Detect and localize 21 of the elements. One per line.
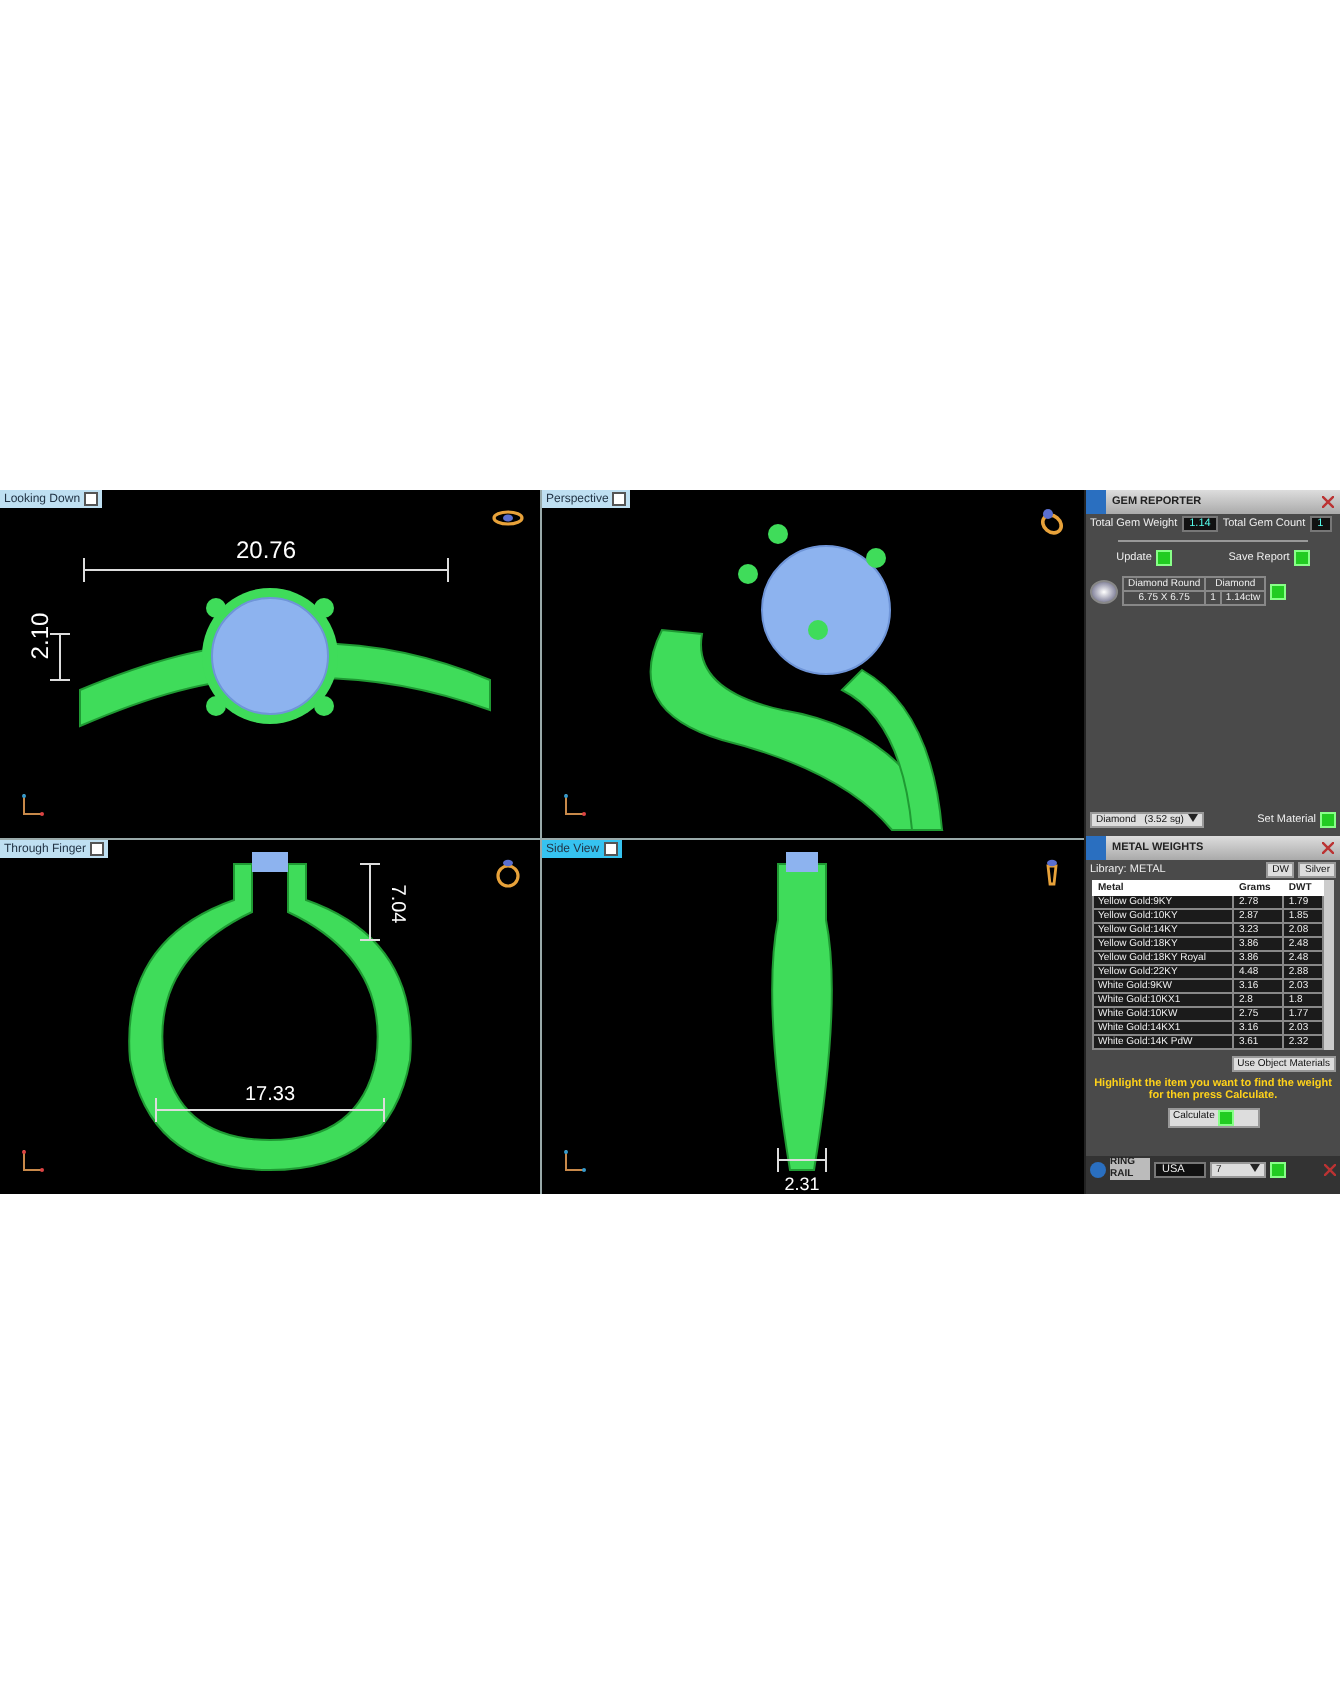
axis-icon xyxy=(562,1150,586,1174)
close-icon[interactable] xyxy=(1324,1163,1336,1175)
dimension-value: 2.31 xyxy=(784,1174,820,1194)
axis-icon xyxy=(20,794,44,818)
gem-thumbnail-icon xyxy=(1090,579,1118,603)
ring-orientation-icon[interactable] xyxy=(492,856,524,888)
dimension-value: 17.33 xyxy=(244,1084,296,1106)
axis-icon xyxy=(562,794,586,818)
dimension-value: 2.10 xyxy=(26,612,54,660)
splitter-handle[interactable] xyxy=(1118,540,1308,542)
dimension-line xyxy=(359,863,381,941)
dimension-value: 20.76 xyxy=(235,536,297,564)
axis-icon xyxy=(20,1150,44,1174)
ring-rail-icon xyxy=(1090,1161,1106,1177)
ring-orientation-icon[interactable] xyxy=(1036,506,1068,538)
close-icon[interactable] xyxy=(1322,842,1334,854)
close-icon[interactable] xyxy=(1322,496,1334,508)
scrollbar[interactable] xyxy=(1324,880,1334,1050)
dimension-value: 7.04 xyxy=(386,884,408,924)
dimension-line xyxy=(777,1147,827,1173)
dimension-line xyxy=(49,633,71,681)
